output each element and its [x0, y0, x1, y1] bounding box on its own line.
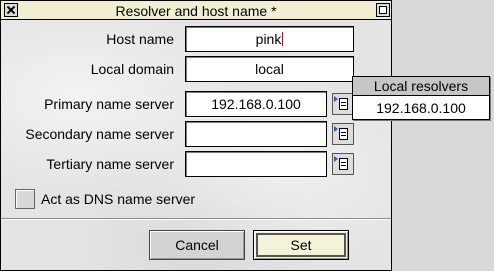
- resolver-dialog: Resolver and host name * Host name pink …: [0, 0, 494, 271]
- arrow-icon: [334, 156, 338, 162]
- menu-item[interactable]: 192.168.0.100: [353, 97, 489, 119]
- set-button[interactable]: Set: [253, 230, 349, 260]
- primary-ns-menu-button[interactable]: [332, 93, 354, 115]
- arrow-icon: [334, 126, 338, 132]
- tertiary-ns-menu-button[interactable]: [332, 153, 354, 175]
- cancel-button[interactable]: Cancel: [149, 230, 245, 260]
- primary-ns-label: Primary name server: [44, 96, 174, 112]
- secondary-ns-menu-button[interactable]: [332, 123, 354, 145]
- act-as-dns-label[interactable]: Act as DNS name server: [41, 190, 195, 208]
- popup-menu-icon: [339, 128, 348, 140]
- maximize-icon[interactable]: [376, 3, 390, 17]
- divider: [1, 218, 391, 220]
- host-name-label: Host name: [106, 31, 174, 47]
- secondary-ns-label: Secondary name server: [25, 126, 174, 142]
- local-resolvers-menu: Local resolvers 192.168.0.100: [352, 76, 490, 120]
- dialog-body: Host name pink Local domain local Primar…: [0, 20, 392, 271]
- popup-menu-icon: [339, 98, 348, 110]
- host-name-field[interactable]: pink: [185, 26, 354, 52]
- popup-menu-icon: [339, 158, 348, 170]
- menu-title: Local resolvers: [353, 77, 489, 96]
- host-name-value: pink: [255, 31, 282, 47]
- tertiary-ns-label: Tertiary name server: [46, 156, 174, 172]
- window-title: Resolver and host name *: [115, 3, 277, 19]
- arrow-icon: [334, 96, 338, 102]
- text-caret: [282, 32, 284, 46]
- title-bar[interactable]: Resolver and host name *: [0, 0, 392, 20]
- primary-ns-field[interactable]: 192.168.0.100: [185, 91, 327, 117]
- local-domain-label: Local domain: [90, 61, 174, 77]
- local-domain-field[interactable]: local: [185, 56, 354, 82]
- tertiary-ns-field[interactable]: [185, 151, 327, 177]
- act-as-dns-checkbox[interactable]: [15, 189, 35, 209]
- secondary-ns-field[interactable]: [185, 121, 327, 147]
